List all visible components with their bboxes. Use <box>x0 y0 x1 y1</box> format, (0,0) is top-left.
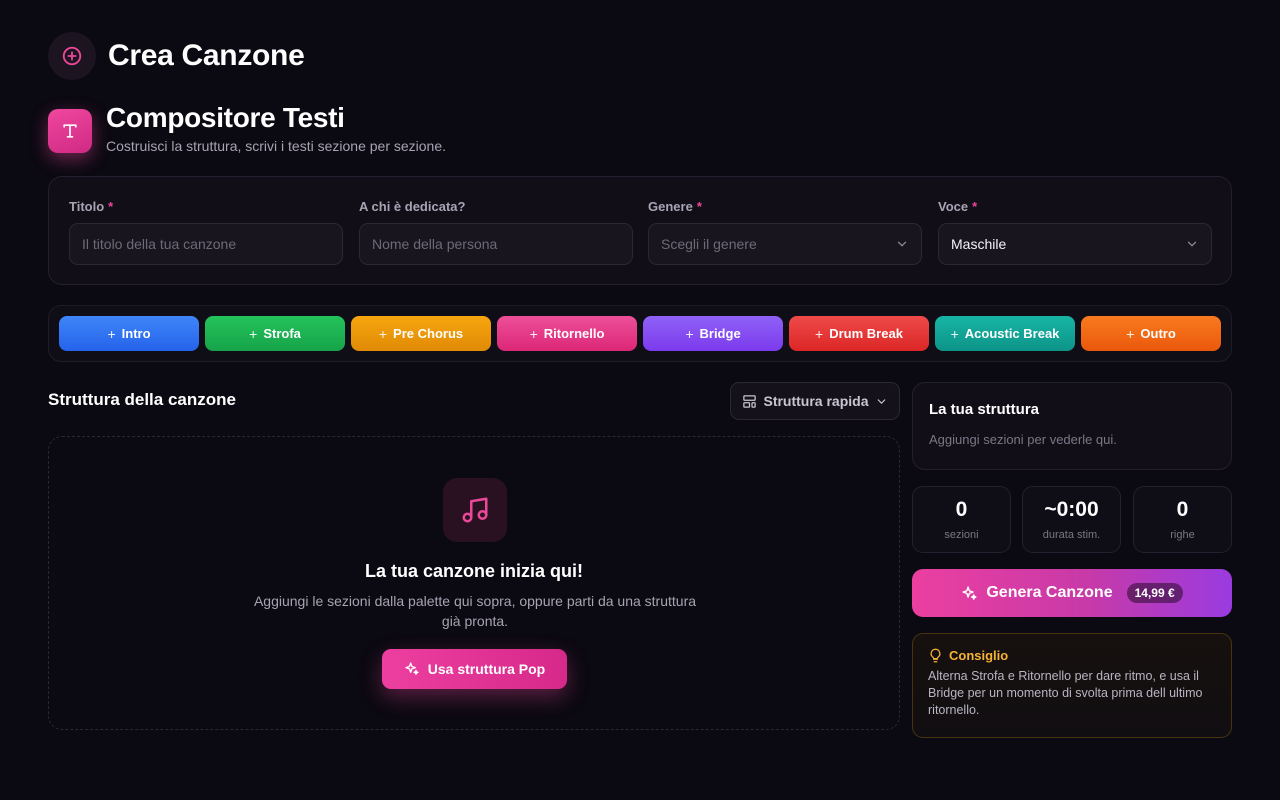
add-outro-button[interactable]: + Outro <box>1081 316 1221 351</box>
dedication-input[interactable] <box>372 236 620 252</box>
stat-duration: ~0:00 durata stim. <box>1022 486 1121 553</box>
plus-icon: + <box>249 325 258 342</box>
add-strofa-button[interactable]: + Strofa <box>205 316 345 351</box>
your-structure-card: La tua struttura Aggiungi sezioni per ve… <box>912 382 1232 470</box>
add-ritornello-button[interactable]: + Ritornello <box>497 316 637 351</box>
voice-label: Voce <box>938 199 969 214</box>
stat-sections: 0 sezioni <box>912 486 1011 553</box>
chevron-down-icon <box>877 398 885 404</box>
sparkles-icon <box>962 585 977 600</box>
stat-lines: 0 righe <box>1133 486 1232 553</box>
plus-icon: + <box>378 325 388 342</box>
music-note-icon <box>443 478 507 542</box>
layout-template-icon <box>743 394 757 408</box>
plus-icon: + <box>950 325 959 342</box>
sparkles-icon <box>405 662 419 675</box>
tip-card: Consiglio Alterna Strofa e Ritornello pe… <box>912 633 1232 738</box>
add-drum-break-button[interactable]: + Drum Break <box>789 316 929 351</box>
voice-field: Voce * Maschile <box>938 199 1212 265</box>
composer-title: Compositore Testi <box>106 102 345 133</box>
genre-field: Genere * Scegli il genere <box>648 199 922 265</box>
genre-select-placeholder: Scegli il genere <box>661 236 757 252</box>
structure-drop-zone[interactable]: La tua canzone inizia qui! Aggiungi le s… <box>48 436 900 730</box>
voice-select[interactable]: Maschile <box>938 223 1212 265</box>
plus-icon: + <box>685 325 694 342</box>
section-palette: + Intro + Strofa + Pre Chorus + Ritornello +… <box>48 305 1232 362</box>
composer-subtitle: Costruisci la struttura, scrivi i testi … <box>106 138 447 154</box>
use-pop-structure-button[interactable]: Usa struttura Pop <box>382 649 567 689</box>
add-acoustic-break-button[interactable]: + Acoustic Break <box>935 316 1075 351</box>
plus-icon: + <box>815 325 824 342</box>
plus-icon: + <box>1126 325 1135 342</box>
required-mark: * <box>696 199 702 214</box>
price-badge: 14,99 € <box>1126 583 1183 603</box>
dedication-label: A chi è dedicata? <box>359 199 466 214</box>
your-structure-title: La tua struttura <box>929 401 1040 418</box>
structure-title: Struttura della canzone <box>48 390 236 409</box>
plus-icon: + <box>529 325 538 342</box>
tip-title: Consiglio <box>949 648 1009 663</box>
chevron-down-icon <box>1187 241 1197 247</box>
add-pre-chorus-button[interactable]: + Pre Chorus <box>351 316 491 351</box>
song-details-form: Titolo * A chi è dedicata? Genere * Sceg… <box>48 176 1232 285</box>
add-intro-button[interactable]: + Intro <box>59 316 199 351</box>
required-mark: * <box>108 199 114 214</box>
genre-label: Genere <box>648 199 693 214</box>
title-input[interactable] <box>82 236 330 252</box>
plus-circle-icon <box>48 32 96 80</box>
genre-select[interactable]: Scegli il genere <box>648 223 922 265</box>
empty-state-title: La tua canzone inizia qui! <box>364 561 584 581</box>
dedication-field: A chi è dedicata? <box>359 199 633 265</box>
page: Crea Canzone Compositore Testi Costruisc… <box>0 0 1280 800</box>
generate-song-button[interactable]: Genera Canzone 14,99 € <box>912 569 1232 617</box>
required-mark: * <box>972 199 978 214</box>
page-header: Crea Canzone <box>48 32 305 80</box>
add-bridge-button[interactable]: + Bridge <box>643 316 783 351</box>
lightbulb-icon <box>930 648 941 663</box>
empty-state-description: Aggiungi le sezioni dalla palette qui so… <box>253 593 697 629</box>
tip-text: Alterna Strofa e Ritornello per dare rit… <box>928 669 1203 717</box>
plus-icon: + <box>107 325 116 342</box>
page-title: Crea Canzone <box>108 39 305 72</box>
your-structure-empty: Aggiungi sezioni per vederle qui. <box>929 432 1117 447</box>
quick-structure-button[interactable]: Struttura rapida <box>730 382 900 420</box>
voice-select-value: Maschile <box>951 236 1007 252</box>
text-type-icon <box>48 109 92 153</box>
title-field: Titolo * <box>69 199 343 265</box>
composer-header: Compositore Testi Costruisci la struttur… <box>48 102 446 154</box>
chevron-down-icon <box>897 241 907 247</box>
title-label: Titolo <box>69 199 105 214</box>
